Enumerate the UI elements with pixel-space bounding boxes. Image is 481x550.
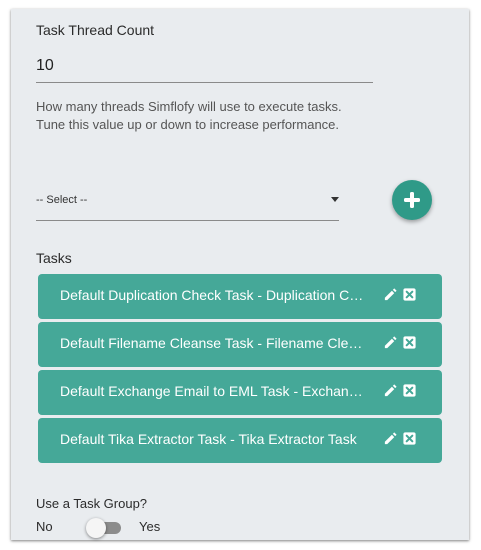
- close-square-icon[interactable]: [402, 431, 417, 446]
- task-label: Default Duplication Check Task - Duplica…: [60, 287, 370, 303]
- task-label: Default Filename Cleanse Task - Filename…: [60, 335, 370, 351]
- thread-count-help: How many threads Simflofy will use to ex…: [36, 99, 342, 132]
- task-select-value: -- Select --: [36, 194, 88, 206]
- toggle-off-label: No: [36, 519, 53, 534]
- pencil-icon[interactable]: [383, 431, 398, 446]
- toggle-on-label: Yes: [139, 519, 161, 534]
- task-item[interactable]: Default Exchange Email to EML Task - Exc…: [38, 370, 442, 415]
- toggle-thumb: [86, 518, 106, 538]
- tasks-label: Tasks: [36, 250, 72, 266]
- task-group-toggle-row: No Yes: [36, 518, 236, 538]
- task-item[interactable]: Default Duplication Check Task - Duplica…: [38, 274, 442, 319]
- task-item[interactable]: Default Tika Extractor Task - Tika Extra…: [38, 418, 442, 463]
- pencil-icon[interactable]: [383, 383, 398, 398]
- task-label: Default Exchange Email to EML Task - Exc…: [60, 383, 370, 399]
- close-square-icon[interactable]: [402, 287, 417, 302]
- plus-icon: [404, 192, 420, 208]
- close-square-icon[interactable]: [402, 383, 417, 398]
- task-group-toggle[interactable]: [86, 518, 121, 538]
- task-list: Default Duplication Check Task - Duplica…: [38, 274, 442, 466]
- pencil-icon[interactable]: [383, 287, 398, 302]
- task-select[interactable]: -- Select --: [36, 187, 339, 221]
- task-label: Default Tika Extractor Task - Tika Extra…: [60, 431, 357, 447]
- close-square-icon[interactable]: [402, 335, 417, 350]
- pencil-icon[interactable]: [383, 335, 398, 350]
- add-task-button[interactable]: [392, 180, 432, 220]
- task-item[interactable]: Default Filename Cleanse Task - Filename…: [38, 322, 442, 367]
- task-group-label: Use a Task Group?: [36, 496, 148, 511]
- task-settings-panel: Task Thread Count How many threads Simfl…: [11, 9, 469, 540]
- caret-down-icon: [331, 197, 339, 202]
- thread-count-input[interactable]: [36, 49, 373, 83]
- thread-count-label: Task Thread Count: [36, 22, 155, 38]
